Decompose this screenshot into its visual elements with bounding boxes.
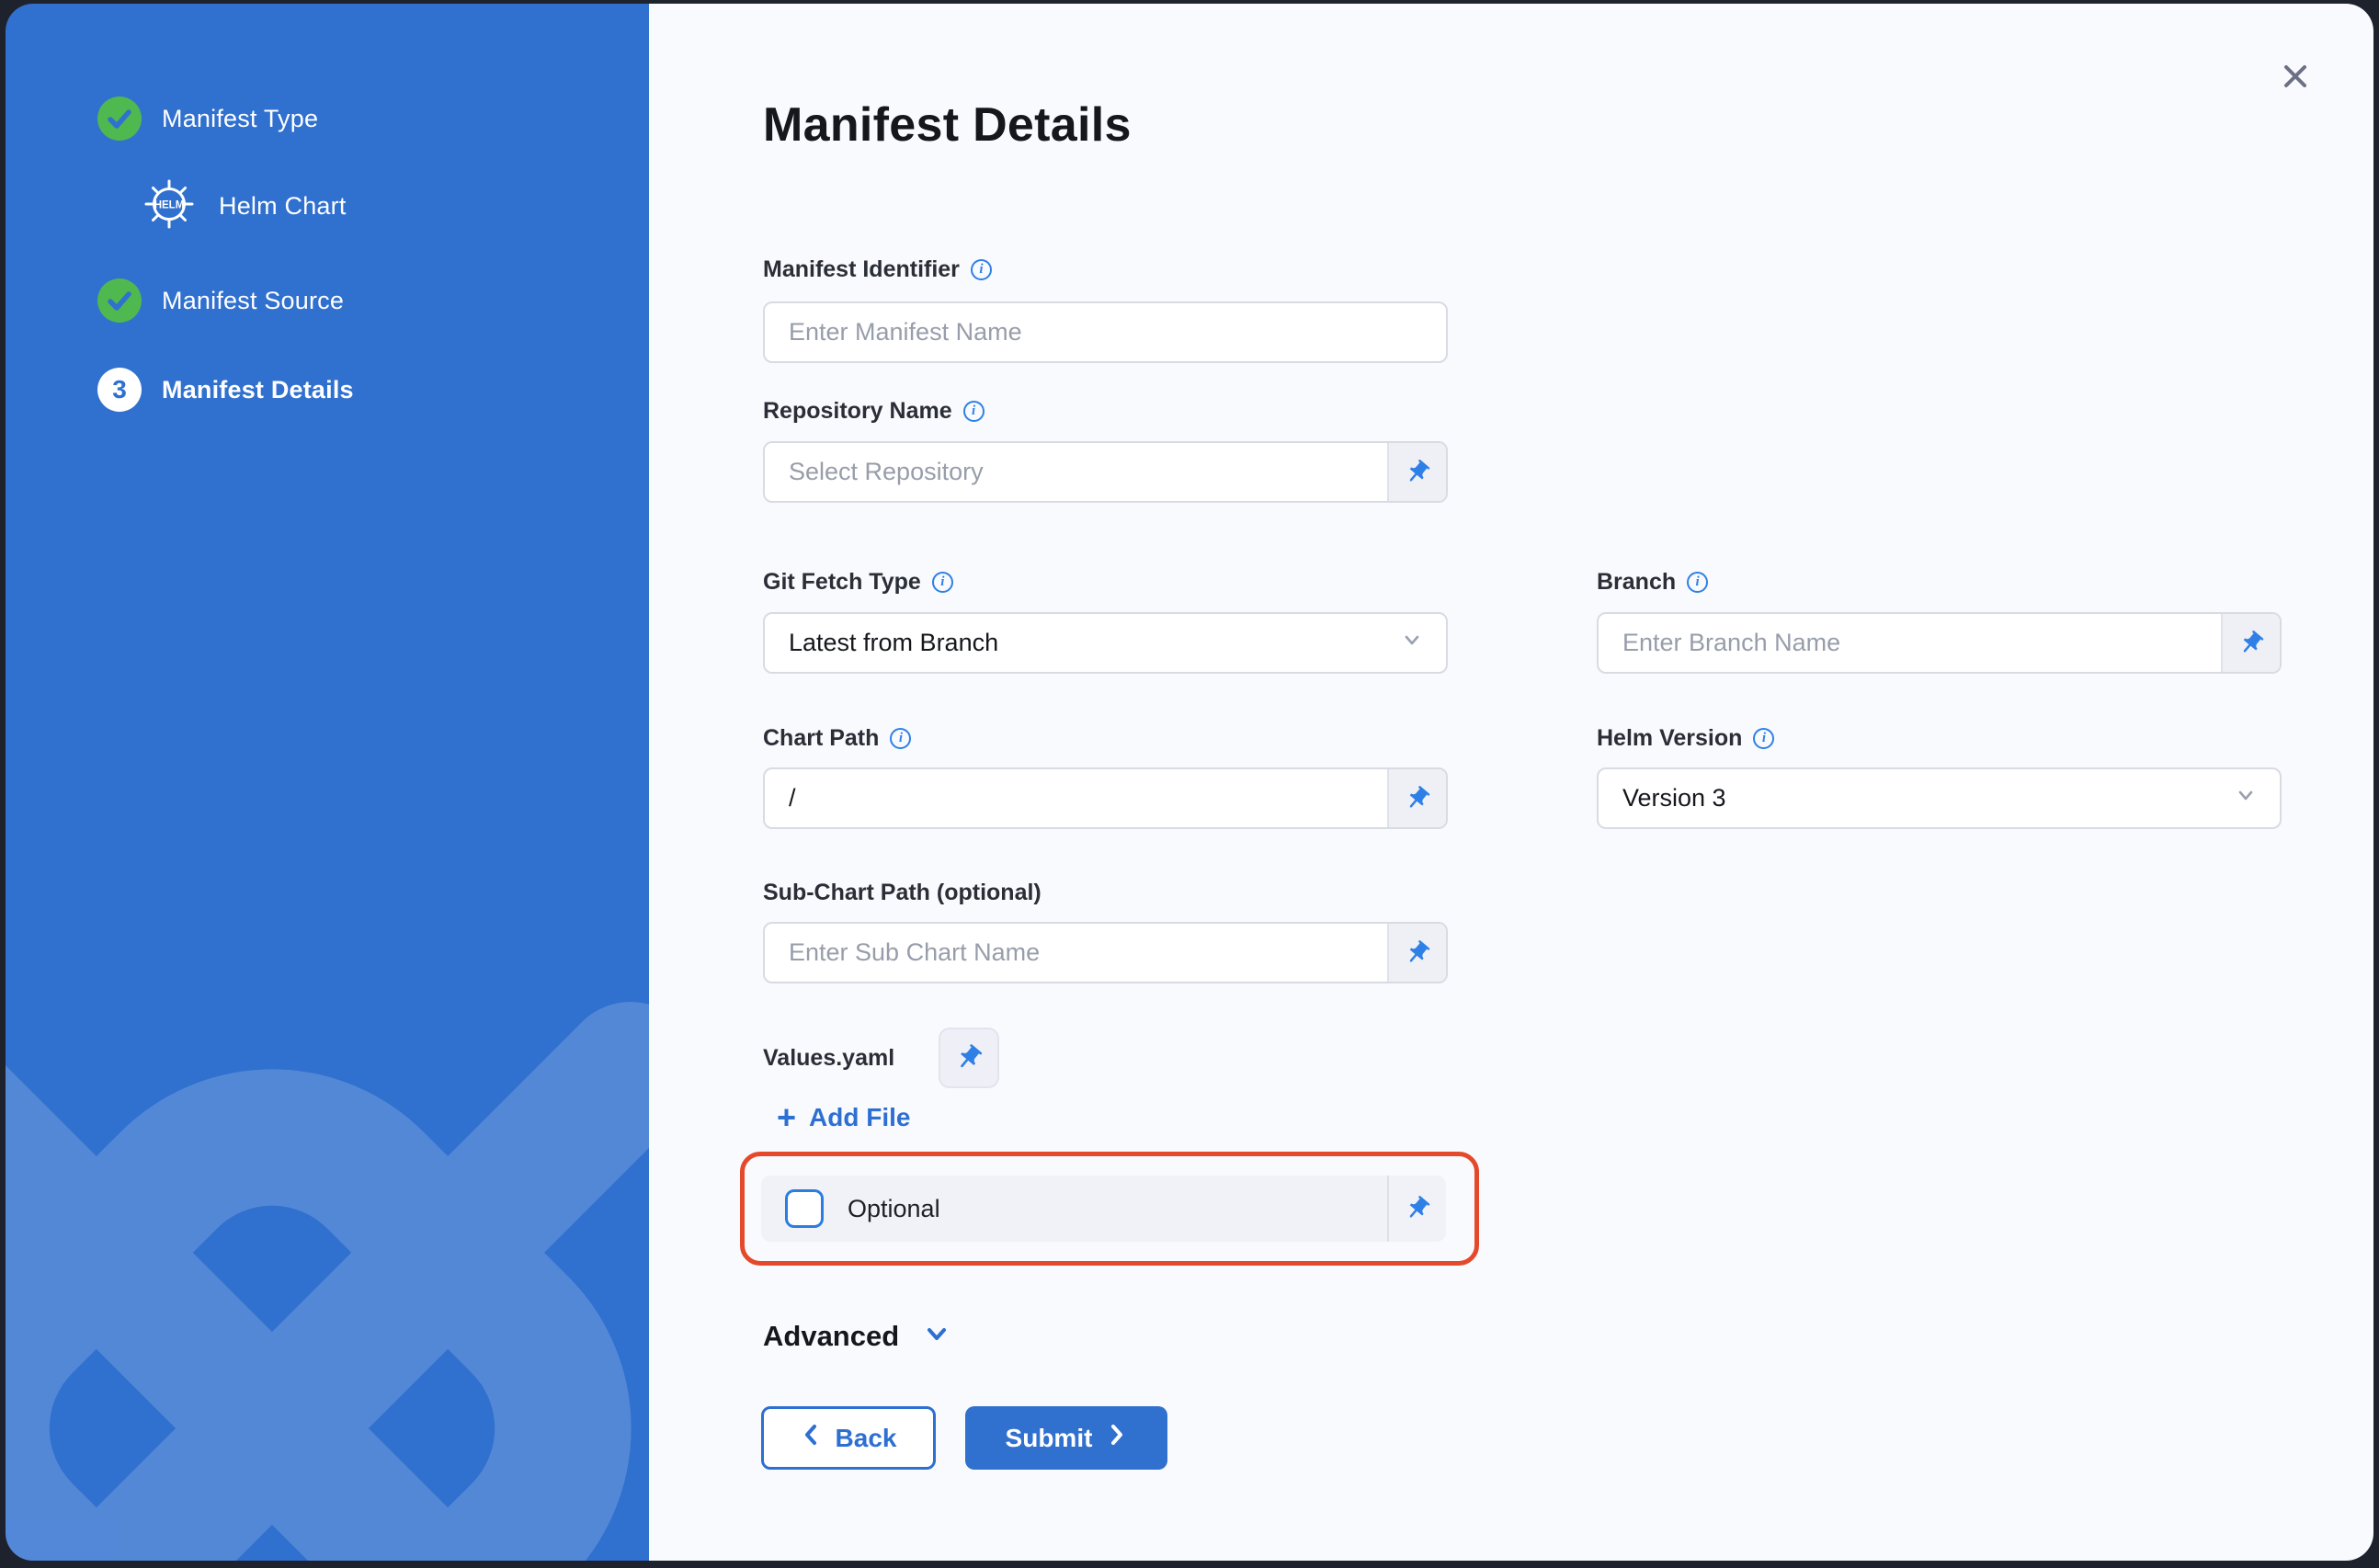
sidebar-item-manifest-source[interactable]: Manifest Source — [97, 270, 344, 331]
pin-icon[interactable] — [1387, 1176, 1446, 1242]
info-icon[interactable]: i — [1687, 572, 1708, 593]
info-icon[interactable]: i — [932, 572, 953, 593]
wizard-sidebar: Manifest Type — [6, 4, 649, 1561]
plus-icon: + — [777, 1105, 796, 1131]
close-icon[interactable] — [2272, 53, 2318, 99]
add-file-button[interactable]: + Add File — [777, 1103, 910, 1132]
pin-icon[interactable] — [1387, 443, 1446, 501]
manifest-identifier-input[interactable] — [765, 303, 1446, 361]
sidebar-item-helm-chart: HELM Helm Chart — [140, 176, 347, 236]
sidebar-item-label: Manifest Source — [162, 287, 344, 315]
chevron-down-icon — [2234, 783, 2258, 813]
pin-icon[interactable] — [2221, 614, 2280, 672]
branch-field — [1597, 612, 2282, 674]
chevron-down-icon — [921, 1318, 952, 1354]
page-title: Manifest Details — [763, 97, 1132, 153]
git-fetch-type-select[interactable]: Latest from Branch — [763, 612, 1448, 674]
sidebar-item-manifest-details[interactable]: 3 Manifest Details — [97, 359, 354, 420]
advanced-toggle[interactable]: Advanced — [763, 1318, 952, 1354]
branch-label: Branch i — [1597, 566, 1708, 597]
values-optional-row: Optional — [761, 1176, 1446, 1242]
sidebar-item-label: Manifest Details — [162, 376, 354, 404]
chevron-left-icon — [801, 1422, 821, 1454]
helm-version-label: Helm Version i — [1597, 722, 1774, 754]
helm-icon: HELM — [140, 175, 199, 238]
svg-text:HELM: HELM — [154, 199, 185, 210]
manifest-wizard-modal: Manifest Type — [6, 4, 2373, 1561]
chevron-down-icon — [1400, 628, 1424, 658]
repository-name-field — [763, 441, 1448, 503]
screenshot-stage: Manifest Type — [0, 0, 2379, 1568]
brand-watermark-logo — [6, 941, 649, 1561]
step-complete-icon — [97, 278, 142, 323]
step-complete-icon — [97, 97, 142, 141]
pin-icon[interactable] — [1387, 924, 1446, 982]
values-yaml-label: Values.yaml — [763, 1042, 894, 1074]
info-icon[interactable]: i — [971, 259, 992, 280]
chart-path-field — [763, 767, 1448, 829]
sidebar-item-manifest-type[interactable]: Manifest Type — [97, 88, 318, 149]
sub-chart-path-input[interactable] — [765, 924, 1387, 982]
back-button[interactable]: Back — [761, 1406, 936, 1470]
git-fetch-type-label: Git Fetch Type i — [763, 566, 953, 597]
submit-button[interactable]: Submit — [965, 1406, 1167, 1470]
optional-checkbox-label: Optional — [848, 1195, 1387, 1223]
helm-version-select[interactable]: Version 3 — [1597, 767, 2282, 829]
info-icon[interactable]: i — [890, 728, 911, 749]
sub-chart-path-label: Sub-Chart Path (optional) — [763, 877, 1042, 908]
manifest-identifier-label: Manifest Identifier i — [763, 254, 992, 285]
manifest-identifier-field — [763, 301, 1448, 363]
optional-checkbox[interactable] — [785, 1189, 824, 1228]
chart-path-input[interactable] — [765, 769, 1387, 827]
info-icon[interactable]: i — [963, 401, 985, 422]
repository-name-label: Repository Name i — [763, 395, 985, 426]
pin-icon[interactable] — [939, 1028, 999, 1088]
branch-input[interactable] — [1599, 614, 2221, 672]
step-number-badge: 3 — [97, 368, 142, 412]
sidebar-item-label: Helm Chart — [219, 192, 347, 221]
chevron-right-icon — [1107, 1422, 1127, 1454]
chart-path-label: Chart Path i — [763, 722, 911, 754]
repository-name-input[interactable] — [765, 443, 1387, 501]
manifest-details-panel: Manifest Details Manifest Identifier i R… — [649, 4, 2373, 1561]
pin-icon[interactable] — [1387, 769, 1446, 827]
info-icon[interactable]: i — [1753, 728, 1774, 749]
sub-chart-path-field — [763, 922, 1448, 983]
sidebar-item-label: Manifest Type — [162, 105, 318, 133]
